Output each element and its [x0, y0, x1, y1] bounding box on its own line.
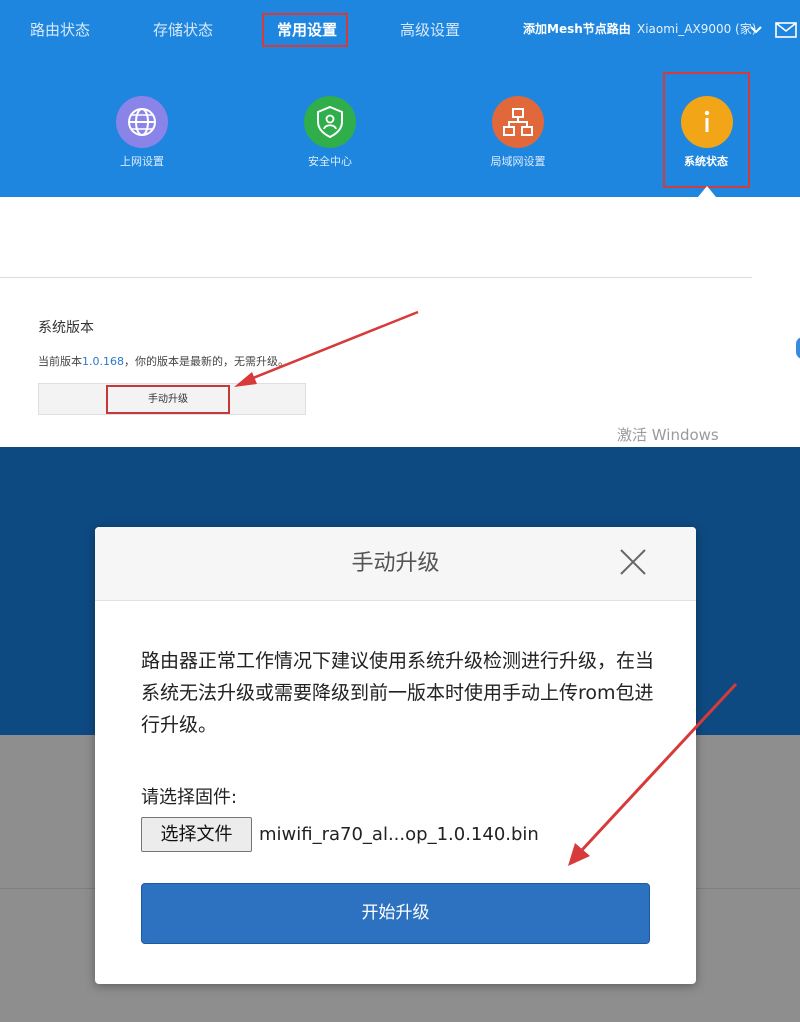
red-arrow-start-upgrade	[568, 682, 738, 866]
red-arrow-manual-upgrade	[234, 310, 419, 387]
annotation-arrows	[234, 310, 738, 866]
